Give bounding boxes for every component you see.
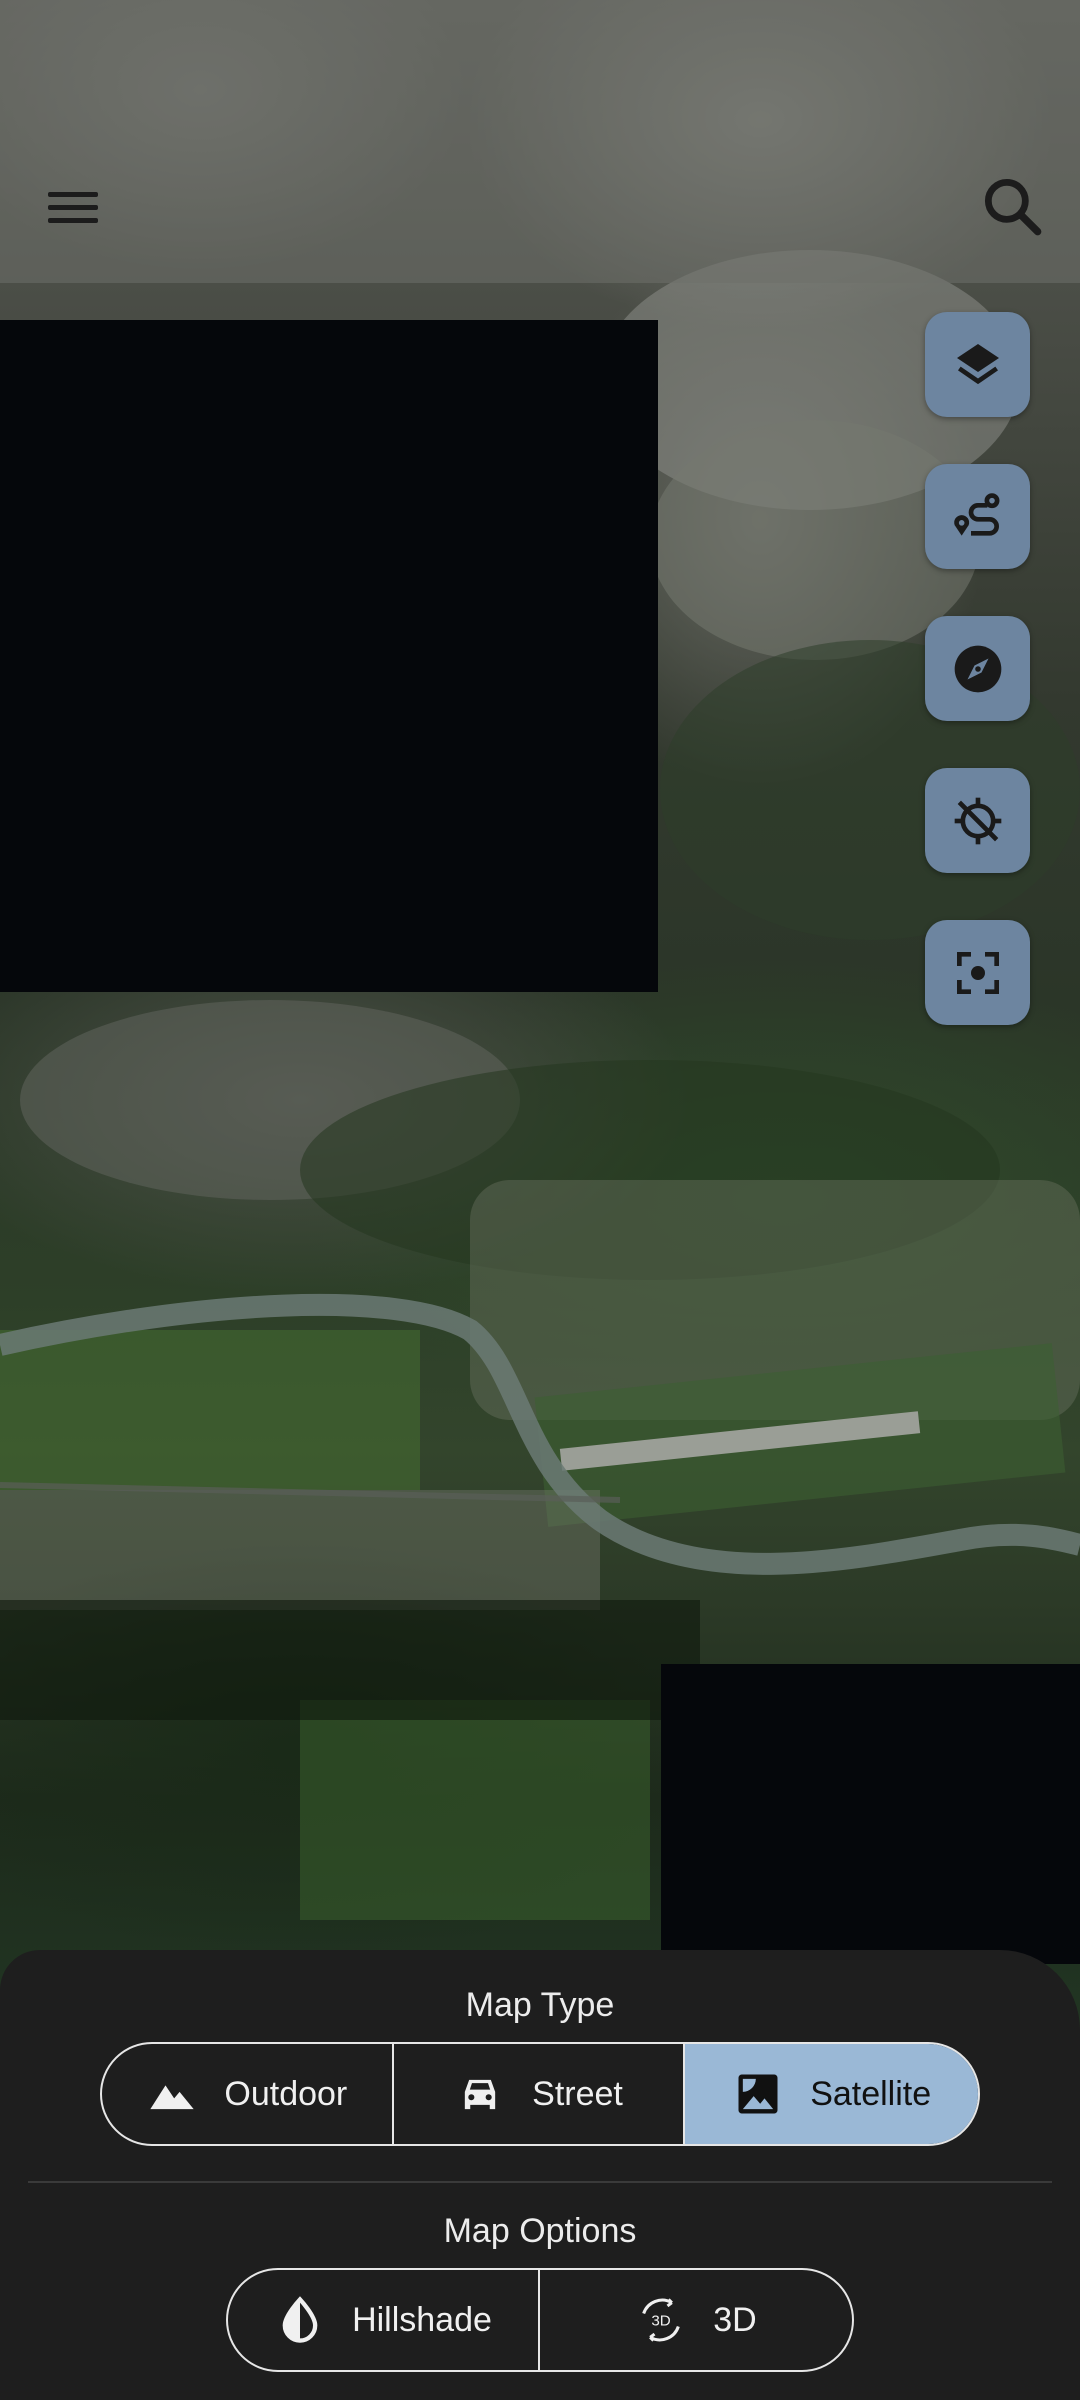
option-hillshade[interactable]: Hillshade xyxy=(228,2270,540,2370)
map-type-satellite[interactable]: Satellite xyxy=(685,2044,978,2144)
search-icon[interactable] xyxy=(976,170,1050,244)
menu-icon[interactable] xyxy=(36,170,110,244)
location-button[interactable] xyxy=(925,768,1030,873)
map-type-label: Satellite xyxy=(810,2074,932,2113)
map-type-outdoor[interactable]: Outdoor xyxy=(102,2044,394,2144)
center-focus-button[interactable] xyxy=(925,920,1030,1025)
map-options-selector: Hillshade 3D 3D xyxy=(226,2268,854,2372)
hillshade-drop-icon xyxy=(282,2296,318,2343)
map-options-title: Map Options xyxy=(443,2212,637,2250)
route-icon xyxy=(953,492,999,536)
center-focus-icon xyxy=(956,951,999,994)
car-icon xyxy=(464,2079,496,2110)
compass-button[interactable] xyxy=(925,616,1030,721)
top-app-bar xyxy=(0,0,1080,283)
map-type-label: Outdoor xyxy=(224,2074,348,2113)
satellite-image-icon xyxy=(738,2074,778,2114)
compass-icon xyxy=(954,645,1001,692)
location-disabled-icon xyxy=(954,797,1001,844)
svg-text:3D: 3D xyxy=(652,2313,671,2330)
mountain-icon xyxy=(150,2085,195,2110)
option-label: Hillshade xyxy=(352,2300,492,2339)
option-3d[interactable]: 3D 3D xyxy=(540,2270,852,2370)
3d-rotation-icon: 3D xyxy=(642,2298,681,2342)
layers-icon xyxy=(956,343,999,384)
map-type-label: Street xyxy=(532,2074,623,2113)
divider xyxy=(28,2181,1052,2183)
option-label: 3D xyxy=(713,2300,757,2339)
map-settings-sheet: Map Type Outdoor Street Satellite Map Op… xyxy=(0,1950,1080,2400)
unloaded-tile xyxy=(661,1664,1080,1964)
map-type-selector: Outdoor Street Satellite xyxy=(100,2042,980,2146)
layers-button[interactable] xyxy=(925,312,1030,417)
unloaded-tile xyxy=(0,320,658,992)
route-button[interactable] xyxy=(925,464,1030,569)
map-type-street[interactable]: Street xyxy=(394,2044,686,2144)
map-type-title: Map Type xyxy=(465,1986,615,2024)
